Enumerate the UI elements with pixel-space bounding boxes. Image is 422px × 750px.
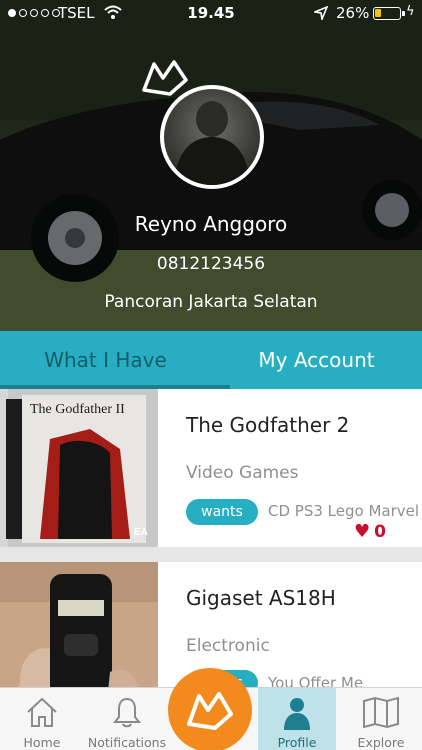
item-category: Video Games: [186, 463, 299, 483]
map-icon: [363, 696, 399, 728]
tab-notifications-label: Notifications: [87, 735, 167, 750]
location-arrow-icon: [314, 6, 328, 20]
item-category: Electronic: [186, 636, 270, 656]
tab-my-account[interactable]: My Account: [211, 331, 422, 389]
profile-phone: 0812123456: [156, 254, 266, 274]
home-icon: [27, 697, 57, 727]
item-thumbnail: The Godfather II EA: [0, 389, 158, 547]
profile-address: Pancoran Jakarta Selatan: [104, 292, 318, 312]
profile-header: TSEL 19.45 26% ϟ Reyno Anggoro 081212345…: [0, 0, 422, 331]
center-crown-button[interactable]: [168, 668, 252, 750]
svg-text:EA: EA: [134, 527, 148, 538]
battery-level-fill: [375, 9, 381, 17]
status-bar: TSEL 19.45 26% ϟ: [0, 0, 422, 26]
tab-home-label: Home: [23, 735, 61, 750]
item-title: The Godfather 2: [186, 413, 350, 437]
person-icon: [284, 698, 310, 730]
tab-home[interactable]: Home: [14, 688, 70, 750]
avatar[interactable]: [160, 85, 264, 189]
tab-explore-label: Explore: [357, 735, 405, 750]
charging-icon: ϟ: [406, 4, 415, 19]
segmented-tabs: What I Have My Account: [0, 331, 422, 389]
item-title: Gigaset AS18H: [186, 586, 336, 610]
like-count: 0: [374, 522, 386, 542]
like-counter[interactable]: ♥ 0: [354, 522, 386, 542]
bell-icon: [113, 697, 141, 728]
tab-notifications[interactable]: Notifications: [84, 688, 170, 750]
list-item[interactable]: The Godfather II EA The Godfather 2 Vide…: [0, 389, 422, 547]
wants-badge: wants: [186, 499, 258, 525]
crown-icon: [187, 692, 233, 730]
crown-icon: [142, 60, 188, 96]
tab-explore[interactable]: Explore: [350, 688, 412, 750]
thumbnail-title-text: The Godfather II: [30, 402, 125, 417]
profile-name: Reyno Anggoro: [134, 212, 288, 236]
tab-what-i-have[interactable]: What I Have: [0, 331, 211, 389]
tab-profile-label: Profile: [277, 735, 317, 750]
battery-icon: [373, 7, 405, 20]
battery-percentage: 26%: [336, 4, 370, 22]
wants-description: CD PS3 Lego Marvel: [268, 502, 420, 520]
avatar-photo: [174, 101, 250, 185]
tab-profile[interactable]: Profile: [258, 688, 336, 750]
heart-icon: ♥: [354, 521, 371, 542]
